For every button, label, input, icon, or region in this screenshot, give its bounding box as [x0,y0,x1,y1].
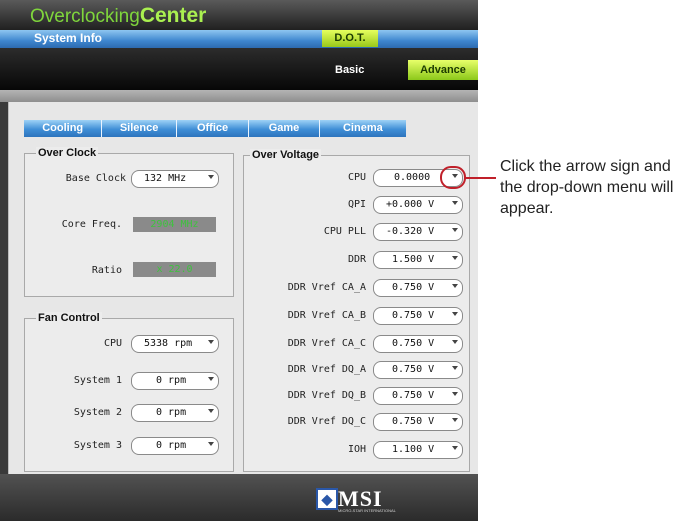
voltage-value: 1.500 V [392,254,435,265]
fan-label: System 2 [73,407,122,418]
callout-text: Click the arrow sign and the drop-down m… [500,158,674,217]
tab-dot[interactable]: D.O.T. [322,30,378,47]
msi-brand-subtext: MICRO-STAR INTERNATIONAL [338,508,396,513]
core-freq-label: Core Freq. [61,219,122,230]
voltage-vref-ca-c-dropdown[interactable]: 0.750 V [373,335,463,353]
voltage-vref-dq-a-dropdown[interactable]: 0.750 V [373,361,463,379]
over-clock-title: Over Clock [36,147,99,159]
voltage-vref-dq-c-dropdown[interactable]: 0.750 V [373,413,463,431]
voltage-vref-ca-a-dropdown[interactable]: 0.750 V [373,279,463,297]
fan-label: CPU [103,338,122,349]
voltage-label: DDR [347,254,366,265]
fan-value: 0 rpm [156,440,187,451]
over-voltage-title: Over Voltage [250,149,322,161]
voltage-label: DDR Vref CA_C [287,338,366,349]
voltage-value: 0.750 V [392,390,435,401]
voltage-label: CPU [347,172,366,183]
voltage-label: IOH [347,444,366,455]
voltage-value: +0.000 V [386,199,435,210]
chevron-down-icon[interactable] [452,418,458,422]
chevron-down-icon[interactable] [208,175,214,179]
fan-value: 0 rpm [156,407,187,418]
voltage-value: -0.320 V [386,226,435,237]
app-title-suffix: Center [139,4,207,27]
fan-cpu-dropdown[interactable]: 5338 rpm [131,335,219,353]
fan-label: System 1 [73,375,122,386]
core-freq-readout: 2904 MHz [133,217,216,232]
main-tab-bar: System Info D.O.T. [0,30,478,48]
fan-system2-dropdown[interactable]: 0 rpm [131,404,219,422]
chevron-down-icon[interactable] [452,446,458,450]
profile-button-bar: Cooling Silence Office Game Cinema [24,120,407,137]
overclocking-center-window: OverclockingCenter System Info D.O.T. Ba… [0,0,478,521]
fan-control-title: Fan Control [36,312,102,324]
voltage-value: 0.750 V [392,364,435,375]
base-clock-label: Base Clock [65,173,126,184]
voltage-label: CPU PLL [323,226,366,237]
voltage-value: 0.750 V [392,282,435,293]
fan-system3-dropdown[interactable]: 0 rpm [131,437,219,455]
voltage-vref-ca-b-dropdown[interactable]: 0.750 V [373,307,463,325]
app-title: OverclockingCenter [30,4,206,28]
voltage-label: DDR Vref CA_B [287,310,366,321]
voltage-label: DDR Vref CA_A [287,282,366,293]
voltage-vref-dq-b-dropdown[interactable]: 0.750 V [373,387,463,405]
profile-button-office[interactable]: Office [176,120,250,137]
chevron-down-icon[interactable] [208,409,214,413]
chevron-down-icon[interactable] [452,201,458,205]
chevron-down-icon[interactable] [452,340,458,344]
chevron-down-icon[interactable] [208,377,214,381]
profile-button-game[interactable]: Game [249,120,320,137]
profile-button-cooling[interactable]: Cooling [24,120,103,137]
chevron-down-icon[interactable] [452,366,458,370]
voltage-label: DDR Vref DQ_C [287,416,366,427]
chevron-down-icon[interactable] [208,340,214,344]
footer-bar [0,474,478,521]
voltage-label: DDR Vref DQ_B [287,390,366,401]
voltage-value: 0.750 V [392,338,435,349]
voltage-value: 1.100 V [392,444,435,455]
voltage-value: 0.0000 [394,172,431,183]
voltage-label: DDR Vref DQ_A [287,364,366,375]
voltage-qpi-dropdown[interactable]: +0.000 V [373,196,463,214]
profile-button-cinema[interactable]: Cinema [319,120,407,137]
divider-strip [0,90,478,102]
chevron-down-icon[interactable] [208,442,214,446]
chevron-down-icon[interactable] [452,256,458,260]
chevron-down-icon[interactable] [452,312,458,316]
voltage-ioh-dropdown[interactable]: 1.100 V [373,441,463,459]
tab-advance[interactable]: Advance [408,60,478,80]
msi-emblem-icon: ◆ [316,488,338,510]
tab-basic[interactable]: Basic [335,64,364,76]
msi-logo: ◆ MSI MICRO-STAR INTERNATIONAL [316,486,402,513]
fan-value: 5338 rpm [144,338,193,349]
fan-value: 0 rpm [156,375,187,386]
voltage-label: QPI [347,199,366,210]
chevron-down-icon[interactable] [452,228,458,232]
tab-system-info[interactable]: System Info [34,31,102,45]
voltage-value: 0.750 V [392,310,435,321]
callout-line [464,177,496,179]
fan-label: System 3 [73,440,122,451]
voltage-ddr-dropdown[interactable]: 1.500 V [373,251,463,269]
title-bar: OverclockingCenter [0,0,478,30]
profile-button-silence[interactable]: Silence [102,120,177,137]
voltage-value: 0.750 V [392,416,435,427]
highlight-circle [440,166,466,189]
ratio-label: Ratio [91,265,122,276]
fan-system1-dropdown[interactable]: 0 rpm [131,372,219,390]
ratio-readout: x 22.0 [133,262,216,277]
app-title-prefix: Overclocking [30,6,140,27]
chevron-down-icon[interactable] [452,284,458,288]
sub-tab-bar [0,48,478,90]
voltage-cpu-pll-dropdown[interactable]: -0.320 V [373,223,463,241]
base-clock-dropdown[interactable]: 132 MHz [131,170,219,188]
base-clock-value: 132 MHz [144,173,187,184]
chevron-down-icon[interactable] [452,392,458,396]
